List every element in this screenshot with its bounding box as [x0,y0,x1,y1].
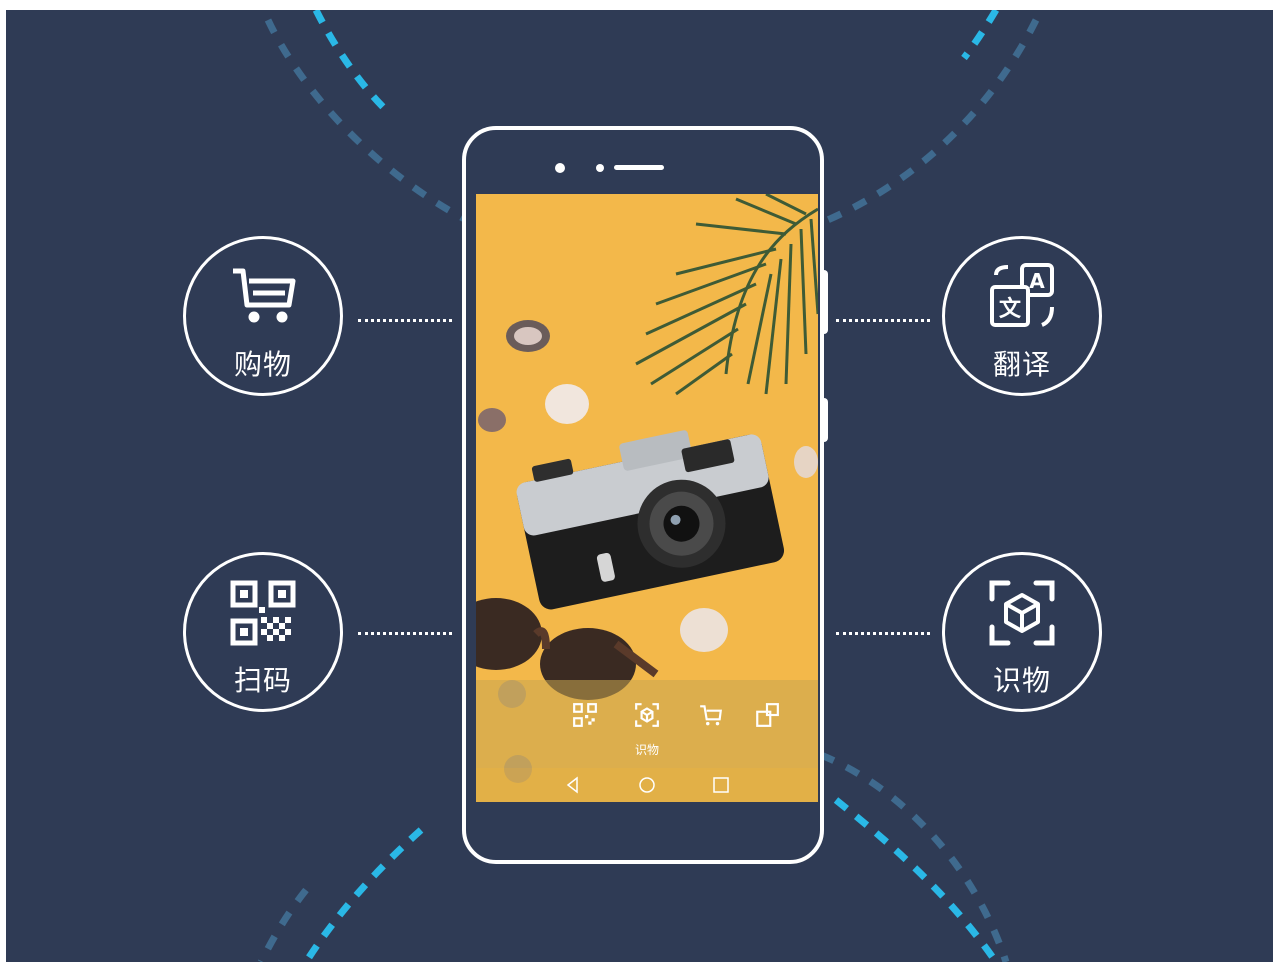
qr-code-icon [230,580,296,646]
back-icon[interactable] [564,776,582,794]
object-cube-icon [989,580,1055,646]
scan-label: 扫码 [233,664,292,697]
svg-text:A: A [1029,269,1045,293]
illustration-canvas: 购物 扫码 A 文 翻译 识物 识物 [6,10,1273,962]
identify-feature: 识物 [942,552,1102,712]
power-button [820,398,828,442]
object-cube-icon[interactable] [634,702,660,728]
svg-text:文: 文 [999,296,1022,322]
connector-dots [836,632,930,635]
translate-icon[interactable] [754,702,780,728]
shopping-cart-icon[interactable] [698,702,724,728]
scan-feature: 扫码 [183,552,343,712]
translate-label: 翻译 [992,348,1051,381]
phone-frame: 识物 [462,126,828,864]
volume-button [820,270,828,334]
identify-label: 识物 [992,664,1051,697]
shopping-label: 购物 [233,348,292,381]
connector-dots [836,319,930,322]
home-icon[interactable] [638,776,656,794]
mode-selector-bar: 识物 [476,680,818,768]
shopping-cart-icon [233,268,296,323]
phone-earpiece [555,163,664,173]
navigation-bar [476,768,818,802]
connector-dots [358,319,452,322]
active-mode-label: 识物 [634,743,659,757]
translate-icon: A 文 [990,263,1054,327]
connector-dots [358,632,452,635]
recents-icon[interactable] [712,776,730,794]
translate-feature: A 文 翻译 [942,236,1102,396]
qr-code-icon[interactable] [572,702,598,728]
phone-screen: 识物 [476,194,818,802]
shopping-feature: 购物 [183,236,343,396]
